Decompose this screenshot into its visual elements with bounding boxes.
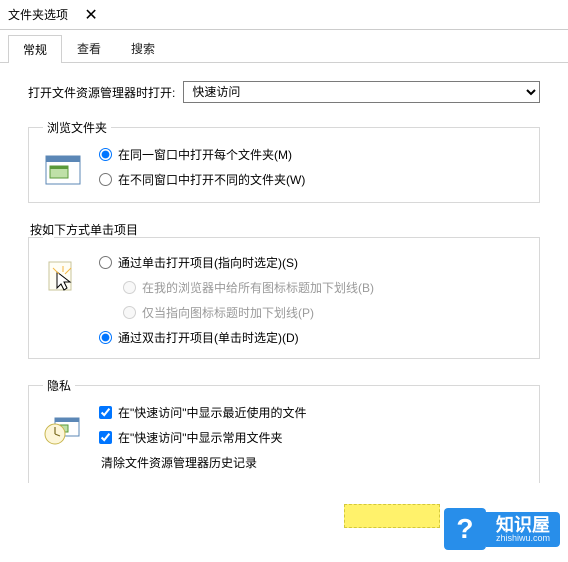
- radio-single-click[interactable]: 通过单击打开项目(指向时选定)(S): [99, 254, 525, 271]
- open-with-label: 打开文件资源管理器时打开:: [28, 84, 175, 101]
- radio-input[interactable]: [99, 148, 112, 161]
- radio-diff-window[interactable]: 在不同窗口中打开不同的文件夹(W): [99, 171, 525, 188]
- radio-label: 通过单击打开项目(指向时选定)(S): [118, 254, 298, 271]
- highlight-strip: [344, 504, 440, 528]
- check-recent-files[interactable]: 在"快速访问"中显示最近使用的文件: [99, 404, 525, 421]
- tab-label: 查看: [77, 42, 101, 56]
- checkbox-label: 在"快速访问"中显示最近使用的文件: [118, 404, 307, 421]
- clear-history-label: 清除文件资源管理器历史记录: [99, 454, 525, 471]
- radio-input: [123, 281, 136, 294]
- radio-input[interactable]: [99, 173, 112, 186]
- history-icon: [43, 408, 83, 448]
- watermark-url: zhishiwu.com: [496, 534, 550, 543]
- radio-input: [123, 306, 136, 319]
- group-legend: 隐私: [43, 377, 75, 394]
- radio-input[interactable]: [99, 331, 112, 344]
- watermark-title: 知识屋: [496, 516, 550, 534]
- group-privacy: 隐私 在"快速访问"中显示最近使用的文件: [28, 377, 540, 483]
- tab-body: 打开文件资源管理器时打开: 快速访问 浏览文件夹: [0, 63, 568, 493]
- open-with-select[interactable]: 快速访问: [183, 81, 540, 103]
- checkbox-label: 在"快速访问"中显示常用文件夹: [118, 429, 283, 446]
- tab-label: 搜索: [131, 42, 155, 56]
- checkbox-input[interactable]: [99, 406, 112, 419]
- watermark-icon: ?: [444, 508, 486, 550]
- radio-label: 通过双击打开项目(单击时选定)(D): [118, 329, 299, 346]
- window-title: 文件夹选项: [8, 6, 68, 23]
- group-legend: 浏览文件夹: [43, 119, 111, 136]
- watermark: ? 知识屋 zhishiwu.com: [440, 504, 568, 554]
- close-icon: ✕: [84, 5, 97, 25]
- radio-label: 仅当指向图标标题时加下划线(P): [142, 304, 314, 321]
- tab-search[interactable]: 搜索: [116, 34, 170, 62]
- radio-underline-hover: 仅当指向图标标题时加下划线(P): [99, 304, 525, 321]
- tab-general[interactable]: 常规: [8, 35, 62, 63]
- tab-label: 常规: [23, 43, 47, 57]
- radio-same-window[interactable]: 在同一窗口中打开每个文件夹(M): [99, 146, 525, 163]
- dialog-content: 常规 查看 搜索 打开文件资源管理器时打开: 快速访问 浏览文件夹: [0, 30, 568, 493]
- tab-view[interactable]: 查看: [62, 34, 116, 62]
- tab-bar: 常规 查看 搜索: [0, 30, 568, 63]
- window-titlebar: 文件夹选项 ✕: [0, 0, 568, 30]
- radio-double-click[interactable]: 通过双击打开项目(单击时选定)(D): [99, 329, 525, 346]
- radio-label: 在我的浏览器中给所有图标标题加下划线(B): [142, 279, 374, 296]
- cursor-icon: [43, 258, 83, 298]
- open-with-row: 打开文件资源管理器时打开: 快速访问: [28, 81, 540, 103]
- radio-input[interactable]: [99, 256, 112, 269]
- radio-label: 在同一窗口中打开每个文件夹(M): [118, 146, 292, 163]
- check-frequent-folders[interactable]: 在"快速访问"中显示常用文件夹: [99, 429, 525, 446]
- group-browse-folders: 浏览文件夹 在同一窗口中打开每个文件夹(M): [28, 119, 540, 203]
- checkbox-input[interactable]: [99, 431, 112, 444]
- radio-label: 在不同窗口中打开不同的文件夹(W): [118, 171, 305, 188]
- group-click-items: . 通过单击打开项目(指向时选定)(S): [28, 230, 540, 359]
- close-button[interactable]: ✕: [68, 0, 114, 30]
- radio-underline-all: 在我的浏览器中给所有图标标题加下划线(B): [99, 279, 525, 296]
- folder-window-icon: [43, 150, 83, 190]
